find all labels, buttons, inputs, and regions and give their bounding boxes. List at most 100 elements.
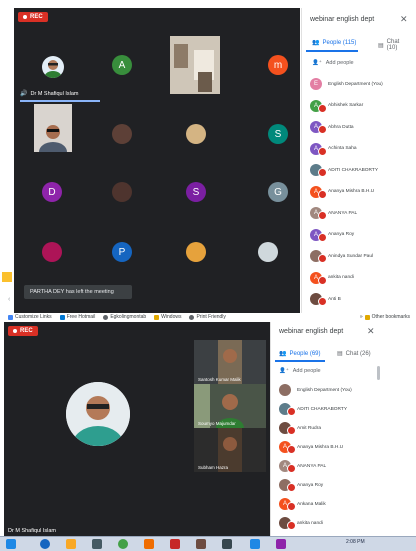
avatar-a[interactable]: A	[112, 55, 132, 75]
start-icon[interactable]	[6, 539, 16, 549]
recording-badge: REC	[18, 12, 48, 22]
participant-name: Anindya Sundar Paul	[328, 253, 374, 259]
featured-speaker-avatar[interactable]	[66, 382, 130, 446]
bookmark-item[interactable]: Egkolingmontab	[103, 314, 146, 320]
tab-chat[interactable]: ▤ Chat (10)	[378, 39, 411, 51]
add-people-button[interactable]: 👤⁺ Add people	[279, 368, 321, 374]
participant-avatar: A	[279, 460, 296, 473]
tab-people[interactable]: 👥 People (69)	[279, 350, 321, 358]
avatar-s1[interactable]: S	[268, 124, 288, 144]
participant-row[interactable]: A Abhra Dutta	[310, 121, 354, 134]
mic-off-icon	[318, 168, 327, 177]
participant-row[interactable]: A Achinta Saha	[310, 142, 357, 156]
tab-people[interactable]: 👥 People (115)	[312, 39, 356, 47]
avatar-photo-6[interactable]	[258, 242, 278, 262]
thumb-tile[interactable]: Subham Hazra	[194, 428, 266, 472]
bookmark-item[interactable]: Windows	[154, 314, 181, 320]
featured-speaker-tile[interactable]	[30, 52, 80, 88]
folder-icon[interactable]	[66, 539, 76, 549]
scrollbar-thumb[interactable]	[377, 366, 380, 380]
participant-avatar: A	[310, 121, 327, 134]
app-icon[interactable]	[170, 539, 180, 549]
tab-active-indicator	[275, 360, 325, 362]
bookmark-item[interactable]: Free Hotmail	[59, 314, 95, 320]
video-tile-room[interactable]	[170, 36, 220, 94]
close-icon[interactable]: ✕	[367, 326, 375, 337]
firefox-icon[interactable]	[144, 539, 154, 549]
participant-avatar: A	[310, 99, 327, 113]
avatar-photo-4[interactable]	[42, 242, 62, 262]
chrome-icon[interactable]	[118, 539, 128, 549]
participant-avatar	[279, 517, 296, 530]
globe-icon	[103, 314, 109, 320]
speaker-avatar	[42, 56, 64, 78]
participant-row[interactable]: Anti B	[310, 293, 341, 306]
bookmark-item[interactable]: Print Friendly	[189, 314, 226, 320]
bottom-meeting-stage: REC Dr M Shafiqul Islam Santosh Kumar Ma…	[4, 322, 270, 539]
taskbar-clock: 2:08 PM	[346, 539, 365, 545]
participant-avatar: A	[310, 142, 327, 156]
participant-avatar	[279, 479, 296, 492]
participant-row[interactable]: A ANANYA PAL	[310, 207, 357, 220]
participant-row[interactable]: A Ananya Mishra B.H.U	[310, 185, 375, 199]
ie-icon[interactable]	[40, 539, 50, 549]
bottom-people-panel: webinar english dept ✕ 👥 People (69) ▤ C…	[270, 322, 383, 536]
participant-row[interactable]: ankita nandi	[279, 517, 323, 530]
participant-name: ADITI CHAKRABORTY	[297, 406, 348, 412]
avatar-photo-1[interactable]	[112, 124, 132, 144]
avatar-photo-2[interactable]	[186, 124, 206, 144]
avatar-d[interactable]: D	[42, 182, 62, 202]
participant-row[interactable]: Amit Rudra	[279, 422, 321, 435]
mic-off-icon	[318, 254, 327, 263]
globe-icon	[189, 314, 195, 320]
participant-name: Ananya Mishra B.H.U	[328, 189, 375, 194]
participant-row[interactable]: Anindya Sundar Paul	[310, 250, 374, 263]
video-tile-man[interactable]	[34, 104, 72, 162]
bookmark-item[interactable]: Customize Links	[8, 314, 52, 320]
participant-row[interactable]: E English Department (You)	[310, 78, 383, 90]
participant-row[interactable]: ADITI CHAKRABORTY	[279, 403, 348, 416]
participant-row[interactable]: A Ananya Roy	[310, 228, 354, 242]
mic-off-icon	[318, 189, 327, 199]
participant-avatar: A	[310, 207, 327, 220]
avatar-g[interactable]: G	[268, 182, 288, 202]
participant-name: Abhishek Sarkar	[328, 103, 364, 108]
participant-row[interactable]: A Abhishek Sarkar	[310, 99, 364, 113]
record-dot-icon	[23, 15, 27, 19]
active-speaker-bar	[20, 100, 100, 102]
browser-tab-sliver	[2, 272, 12, 282]
thumb-tile[interactable]: Santosh Kumar Malik	[194, 340, 266, 384]
avatar-photo-3[interactable]	[112, 182, 132, 202]
avatar-m[interactable]: m	[268, 55, 288, 75]
participant-row[interactable]: A ANANYA PAL	[279, 460, 326, 473]
participant-row[interactable]: Aankita nandi	[310, 271, 354, 285]
participant-avatar: A	[310, 228, 327, 242]
participant-row[interactable]: A Ankana Malik	[279, 498, 326, 511]
participant-row[interactable]: English Department (You)	[279, 384, 352, 396]
tab-chat[interactable]: ▤ Chat (26)	[337, 350, 371, 358]
participant-row[interactable]: A Ananya Mishra B.H.U	[279, 441, 343, 454]
app-icon[interactable]	[196, 539, 206, 549]
avatar-photo-5[interactable]	[186, 242, 206, 262]
thumb-tile[interactable]: Soumyo Majumdar	[194, 384, 266, 428]
close-icon[interactable]: ✕	[400, 14, 408, 25]
media-icon[interactable]	[92, 539, 102, 549]
people-icon: 👥	[279, 351, 287, 357]
app-icon[interactable]	[250, 539, 260, 549]
bookmarks-bar: Customize Links Free Hotmail Egkolingmon…	[8, 313, 410, 321]
add-people-button[interactable]: 👤⁺ Add people	[312, 60, 354, 66]
avatar-p[interactable]: P	[112, 242, 132, 262]
left-meeting-toast: PARTHA DEY has left the meeting	[24, 285, 132, 299]
participant-name: Ananya Roy	[297, 482, 324, 488]
other-bookmarks[interactable]: » Other bookmarks	[360, 314, 410, 320]
avatar-s2[interactable]: S	[186, 182, 206, 202]
featured-name-label: 🔊 Dr M Shafiqul Islam	[20, 90, 79, 98]
app-icon[interactable]	[222, 539, 232, 549]
left-arrow-icon[interactable]: ‹	[8, 296, 10, 303]
participant-avatar	[310, 250, 327, 263]
participant-row[interactable]: ADITI CHAKRABORTY	[310, 164, 378, 177]
app-icon[interactable]	[276, 539, 286, 549]
speaking-icon: 🔊	[20, 91, 28, 97]
panel-title: webinar english dept	[279, 328, 344, 335]
participant-row[interactable]: Ananya Roy	[279, 479, 324, 492]
